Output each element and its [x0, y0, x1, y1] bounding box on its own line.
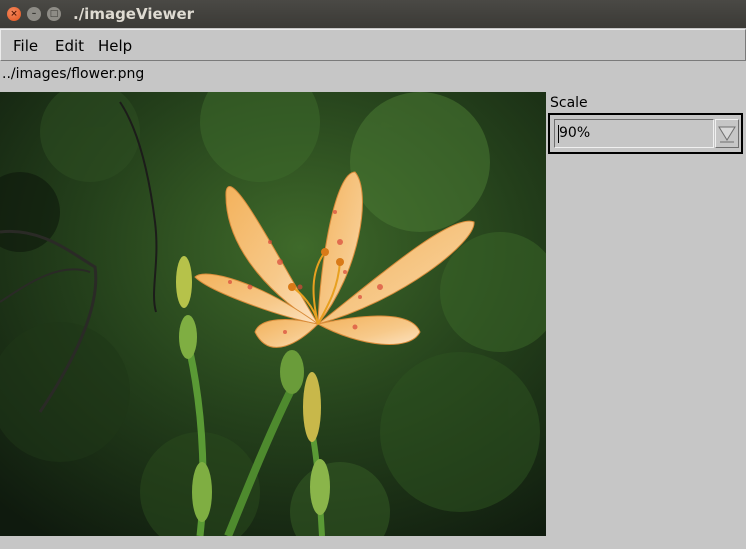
scale-input[interactable]: 90% — [554, 119, 714, 148]
minimize-icon[interactable]: – — [27, 7, 41, 21]
image-path-label: ../images/flower.png — [2, 66, 145, 82]
scale-combobox[interactable]: 90% — [548, 113, 743, 154]
menu-help[interactable]: Help — [98, 37, 132, 55]
image-display — [0, 92, 546, 536]
window-title: ./imageViewer — [73, 5, 195, 23]
menu-edit[interactable]: Edit — [55, 37, 84, 55]
close-icon[interactable]: × — [7, 7, 21, 21]
title-bar: × – □ ./imageViewer — [0, 0, 746, 28]
menu-file[interactable]: File — [13, 37, 38, 55]
menu-bar: File Edit Help — [0, 29, 746, 61]
scale-value: 90% — [559, 125, 591, 141]
scale-label: Scale — [550, 95, 588, 111]
scale-dropdown-button[interactable] — [715, 119, 739, 148]
triangle-down-icon — [718, 126, 736, 143]
flower-image — [0, 92, 546, 536]
maximize-icon[interactable]: □ — [47, 7, 61, 21]
